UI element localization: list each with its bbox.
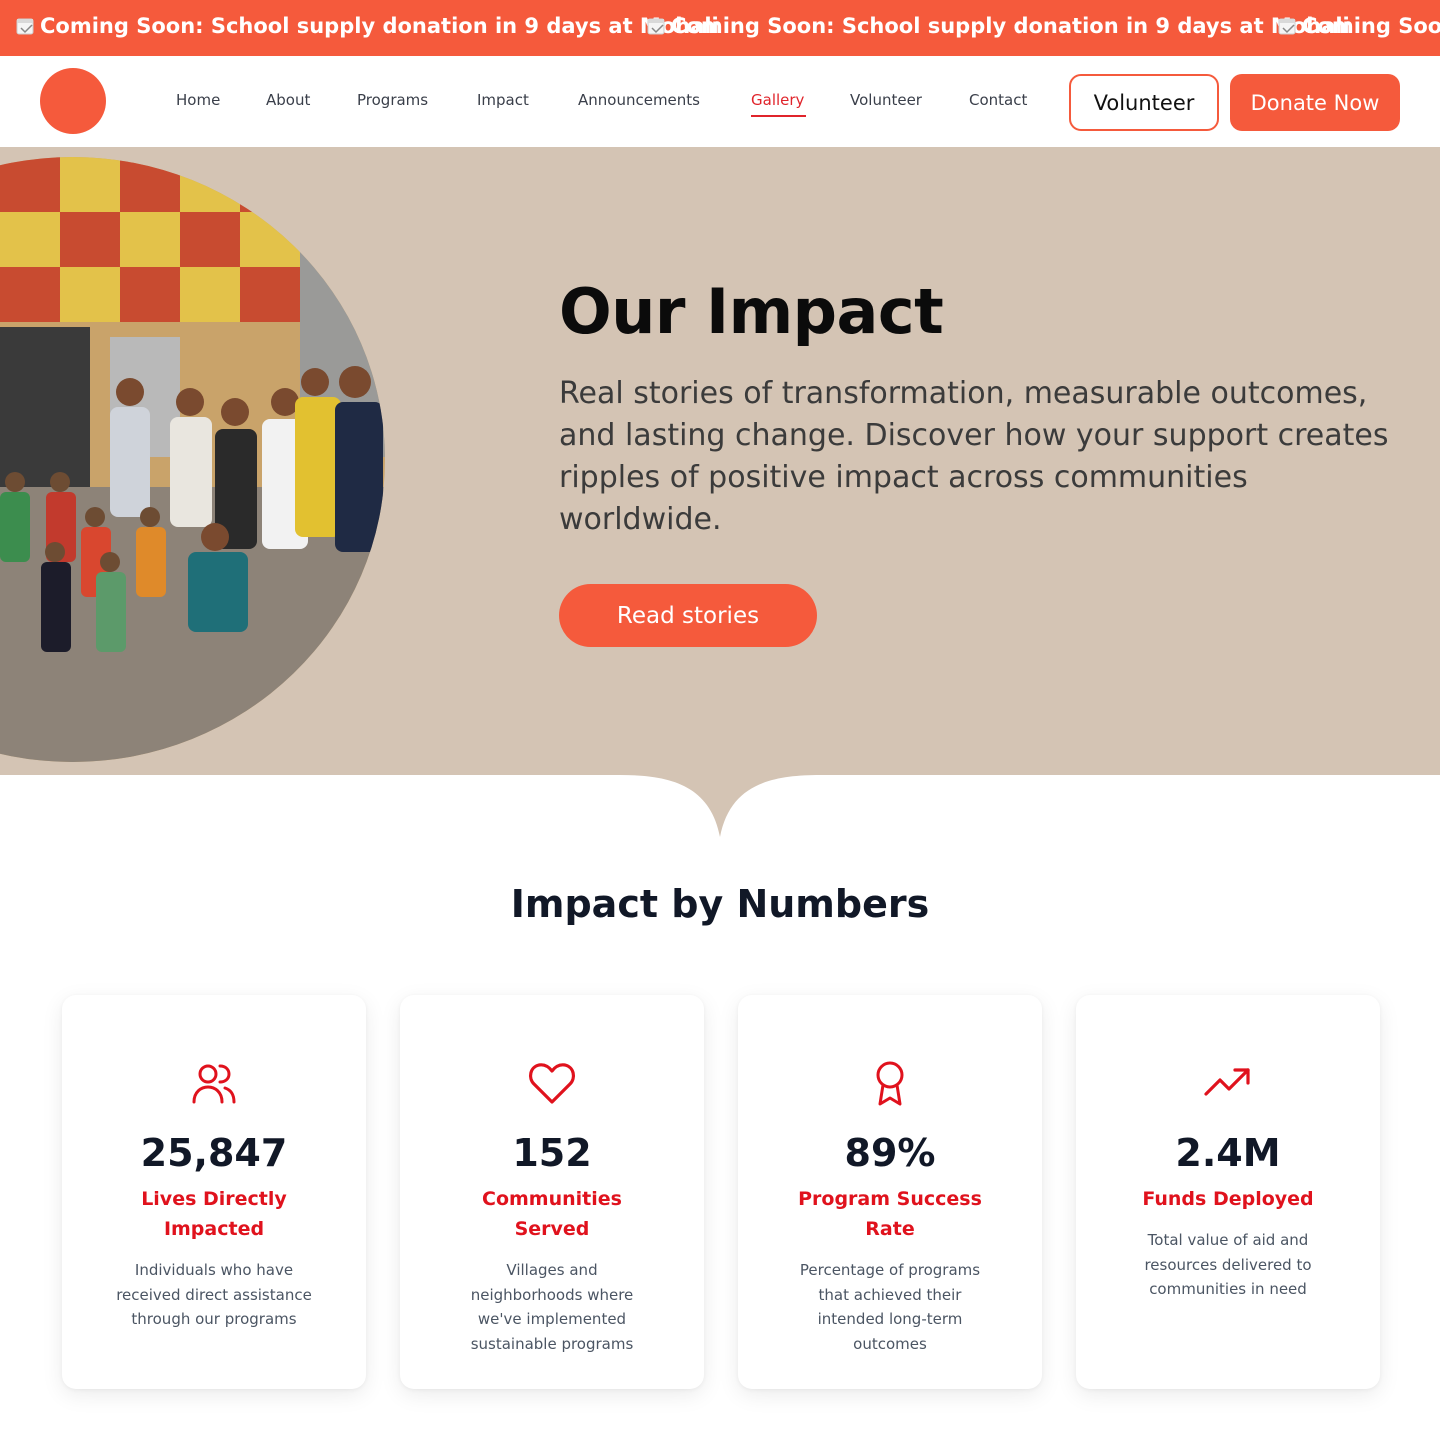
ticker-text: Coming Soon: (1302, 14, 1440, 38)
hero-section: Our Impact Real stories of transformatio… (0, 147, 1440, 775)
stat-label: Communities Served (482, 1188, 622, 1240)
stat-label: Lives Directly Impacted (141, 1188, 287, 1240)
stat-label: Funds Deployed (1142, 1188, 1314, 1210)
announcement-ticker: Coming Soon: School supply donation in 9… (0, 0, 1440, 56)
trending-up-icon (1203, 1058, 1253, 1108)
stat-card-success: 89% Program Success Rate Percentage of p… (738, 995, 1042, 1389)
calendar-icon (647, 17, 665, 35)
award-icon (865, 1058, 915, 1108)
calendar-icon (1278, 17, 1296, 35)
stat-value: 2.4M (1175, 1131, 1281, 1175)
hero-title: Our Impact (559, 275, 944, 348)
nav-contact[interactable]: Contact (969, 91, 1027, 109)
nav-programs[interactable]: Programs (357, 91, 428, 109)
nav-home[interactable]: Home (176, 91, 220, 109)
volunteer-button[interactable]: Volunteer (1069, 74, 1219, 131)
calendar-icon (16, 17, 34, 35)
active-nav-indicator (751, 115, 806, 117)
stat-value: 25,847 (140, 1131, 288, 1175)
nav-announcements[interactable]: Announcements (578, 91, 700, 109)
ticker-text: Coming Soon: School supply donation in 9… (40, 14, 719, 38)
logo[interactable] (40, 68, 106, 134)
ticker-item: Coming Soon: School supply donation in 9… (16, 12, 719, 40)
stat-description: Total value of aid and resources deliver… (1144, 1231, 1312, 1298)
stat-description: Percentage of programs that achieved the… (799, 1261, 981, 1353)
donate-button[interactable]: Donate Now (1230, 74, 1400, 131)
stat-description: Individuals who have received direct ass… (116, 1261, 312, 1328)
hero-photo (0, 157, 385, 762)
ticker-text: Coming Soon: School supply donation in 9… (671, 14, 1350, 38)
section-divider-notch (620, 775, 820, 837)
users-icon (189, 1058, 239, 1108)
site-header: Home About Programs Impact Announcements… (0, 56, 1440, 147)
stat-card-lives: 25,847 Lives Directly Impacted Individua… (62, 995, 366, 1389)
ticker-item: Coming Soon: School supply donation in 9… (647, 12, 1350, 40)
nav-gallery[interactable]: Gallery (751, 91, 804, 109)
nav-about[interactable]: About (266, 91, 310, 109)
stat-label: Program Success Rate (798, 1188, 982, 1240)
read-stories-button[interactable]: Read stories (559, 584, 817, 647)
nav-volunteer[interactable]: Volunteer (850, 91, 922, 109)
stat-card-funds: 2.4M Funds Deployed Total value of aid a… (1076, 995, 1380, 1389)
stat-value: 152 (512, 1131, 592, 1175)
heart-icon (527, 1058, 577, 1108)
stat-description: Villages and neighborhoods where we've i… (470, 1261, 634, 1353)
stat-card-communities: 152 Communities Served Villages and neig… (400, 995, 704, 1389)
nav-impact[interactable]: Impact (477, 91, 529, 109)
section-title: Impact by Numbers (510, 882, 930, 926)
hero-subtitle: Real stories of transformation, measurab… (559, 376, 1389, 537)
stat-value: 89% (844, 1131, 936, 1175)
ticker-item: Coming Soon: (1278, 12, 1440, 40)
